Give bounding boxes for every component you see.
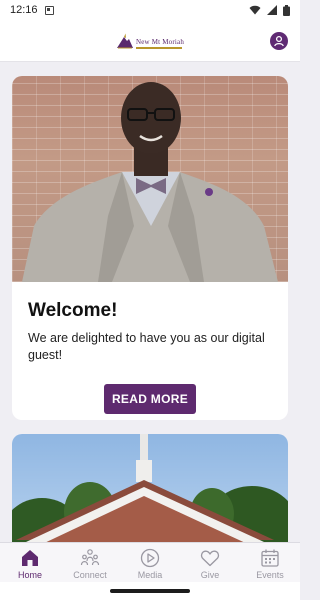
church-logo[interactable]: New Mt Moriah [116, 33, 184, 49]
notification-icon [44, 5, 54, 15]
read-more-button[interactable]: READ MORE [104, 384, 196, 414]
tab-connect-label: Connect [73, 570, 107, 580]
wifi-icon [249, 5, 261, 15]
status-icons [249, 4, 290, 16]
home-gesture-handle[interactable] [110, 589, 190, 593]
play-icon [140, 548, 160, 568]
system-nav-bar [0, 582, 300, 600]
church-illustration [12, 434, 288, 542]
profile-button[interactable] [270, 32, 288, 50]
logo-underline [135, 46, 182, 49]
tab-connect[interactable]: Connect [60, 543, 120, 582]
content-feed[interactable]: Welcome! We are delighted to have you as… [0, 62, 300, 542]
tab-media[interactable]: Media [120, 543, 180, 582]
welcome-card: Welcome! We are delighted to have you as… [12, 76, 288, 420]
logo-mountain-icon [116, 33, 133, 48]
church-photo [12, 434, 288, 542]
battery-icon [283, 4, 290, 16]
heart-icon [200, 550, 220, 567]
tab-give[interactable]: Give [180, 543, 240, 582]
home-icon [22, 550, 38, 566]
welcome-text: We are delighted to have you as our digi… [28, 331, 265, 362]
tab-home-label: Home [17, 570, 42, 580]
bottom-tab-bar: Home Connect Media Give Events [0, 542, 300, 582]
people-icon [80, 549, 100, 566]
tab-events[interactable]: Events [240, 543, 300, 582]
tab-home[interactable]: Home [0, 543, 60, 582]
welcome-title: Welcome! [28, 300, 118, 321]
logo-text: New Mt Moriah [135, 37, 185, 46]
tab-events-label: Events [256, 570, 284, 580]
pastor-photo [12, 76, 288, 282]
calendar-icon [261, 549, 279, 567]
status-time: 12:16 [10, 4, 38, 16]
tab-give-label: Give [200, 570, 220, 580]
signal-icon [267, 5, 277, 15]
app-header: New Mt Moriah [0, 20, 300, 62]
status-bar: 12:16 [0, 0, 300, 20]
church-card[interactable] [12, 434, 288, 542]
pastor-illustration [22, 82, 278, 282]
tab-media-label: Media [137, 570, 163, 580]
user-icon [274, 35, 284, 47]
